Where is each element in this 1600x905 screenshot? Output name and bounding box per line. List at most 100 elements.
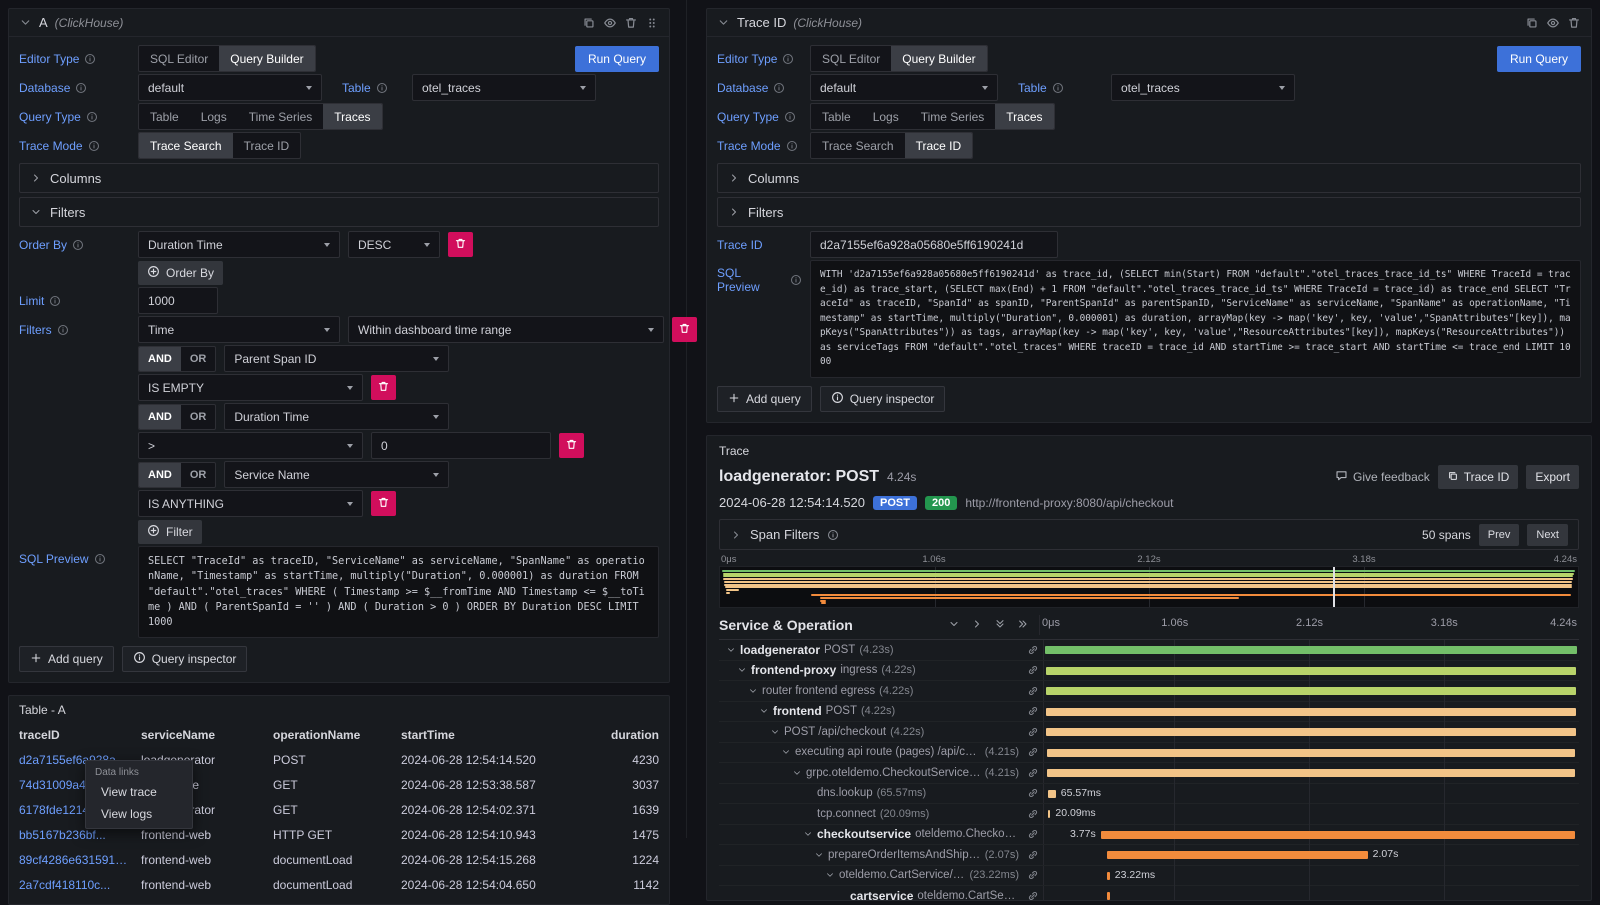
collapse-children-icon[interactable] bbox=[758, 706, 769, 716]
add-query-button[interactable]: Add query bbox=[19, 646, 114, 672]
query-type-traces[interactable]: Traces bbox=[323, 104, 381, 129]
and-option[interactable]: AND bbox=[139, 347, 181, 371]
info-icon[interactable] bbox=[86, 111, 98, 123]
span-bar[interactable] bbox=[1107, 892, 1110, 900]
info-icon[interactable] bbox=[784, 111, 796, 123]
span-bar[interactable] bbox=[1046, 728, 1575, 736]
view-trace-menu-item[interactable]: View trace bbox=[86, 781, 192, 803]
info-icon[interactable] bbox=[57, 324, 69, 336]
info-icon[interactable] bbox=[88, 140, 100, 152]
next-span-button[interactable]: Next bbox=[1527, 524, 1568, 546]
query-type-time-series[interactable]: Time Series bbox=[238, 104, 324, 129]
pane-divider[interactable] bbox=[686, 0, 687, 838]
table-row[interactable]: 89cf4286e631591b4...frontend-webdocument… bbox=[9, 847, 669, 872]
collapse-children-icon[interactable] bbox=[769, 727, 780, 737]
delete-query-icon[interactable] bbox=[624, 16, 638, 30]
span-link-icon[interactable] bbox=[1023, 664, 1039, 676]
span-bar[interactable] bbox=[1046, 708, 1576, 716]
trace-id-input[interactable]: d2a7155ef6a928a05680e5ff6190241d bbox=[810, 231, 1058, 258]
cell-traceID[interactable]: 89cf4286e631591b4... bbox=[19, 853, 141, 867]
table-select[interactable]: otel_traces bbox=[1111, 74, 1295, 101]
info-icon[interactable] bbox=[782, 53, 794, 65]
filter-field-select[interactable]: Service Name bbox=[224, 461, 449, 488]
info-icon[interactable] bbox=[84, 53, 96, 65]
trace-mode-search[interactable]: Trace Search bbox=[811, 133, 905, 158]
collapse-query-icon[interactable] bbox=[19, 16, 32, 29]
duplicate-query-icon[interactable] bbox=[582, 16, 596, 30]
query-type-time-series[interactable]: Time Series bbox=[910, 104, 996, 129]
remove-filter-button[interactable] bbox=[371, 375, 396, 400]
and-option[interactable]: AND bbox=[139, 463, 181, 487]
span-bar[interactable] bbox=[1107, 851, 1368, 859]
query-type-table[interactable]: Table bbox=[811, 104, 862, 129]
export-button[interactable]: Export bbox=[1526, 465, 1579, 489]
info-icon[interactable] bbox=[1052, 82, 1064, 94]
span-link-icon[interactable] bbox=[1023, 685, 1039, 697]
span-row[interactable]: prepareOrderItemsAndShippingQuoteFromCar… bbox=[719, 845, 1579, 866]
span-bar[interactable] bbox=[1045, 646, 1577, 654]
cell-traceID[interactable]: 2a7cdf418110c... bbox=[19, 878, 141, 892]
table-select[interactable]: otel_traces bbox=[412, 74, 596, 101]
span-row[interactable]: checkoutserviceoteldemo.CheckoutService/… bbox=[719, 825, 1579, 846]
or-option[interactable]: OR bbox=[181, 347, 216, 371]
give-feedback-link[interactable]: Give feedback bbox=[1335, 469, 1430, 485]
add-order-by-button[interactable]: Order By bbox=[138, 261, 223, 285]
info-icon[interactable] bbox=[75, 82, 87, 94]
query-builder-option[interactable]: Query Builder bbox=[891, 46, 986, 71]
span-bar[interactable] bbox=[1048, 790, 1056, 798]
trace-mode-id[interactable]: Trace ID bbox=[233, 133, 301, 158]
info-icon[interactable] bbox=[72, 239, 84, 251]
span-link-icon[interactable] bbox=[1023, 705, 1039, 717]
collapse-one-icon[interactable] bbox=[948, 618, 960, 633]
add-filter-button[interactable]: Filter bbox=[138, 520, 202, 544]
disable-query-icon[interactable] bbox=[603, 16, 617, 30]
prev-span-button[interactable]: Prev bbox=[1479, 524, 1520, 546]
column-header-duration[interactable]: duration bbox=[587, 728, 659, 742]
columns-section-toggle[interactable]: Columns bbox=[717, 163, 1581, 193]
remove-filter-button[interactable] bbox=[559, 433, 584, 458]
and-option[interactable]: AND bbox=[139, 405, 181, 429]
database-select[interactable]: default bbox=[138, 74, 322, 101]
columns-section-toggle[interactable]: Columns bbox=[19, 163, 659, 193]
span-link-icon[interactable] bbox=[1023, 644, 1039, 656]
span-link-icon[interactable] bbox=[1023, 787, 1039, 799]
column-header-startTime[interactable]: startTime bbox=[401, 728, 587, 742]
span-row[interactable]: POST /api/checkout(4.22s) bbox=[719, 722, 1579, 743]
span-link-icon[interactable] bbox=[1023, 767, 1039, 779]
span-link-icon[interactable] bbox=[1023, 746, 1039, 758]
collapse-children-icon[interactable] bbox=[780, 747, 791, 757]
expand-one-icon[interactable] bbox=[971, 618, 983, 633]
collapse-children-icon[interactable] bbox=[813, 850, 824, 860]
span-link-icon[interactable] bbox=[1023, 869, 1039, 881]
span-row[interactable]: cartserviceoteldemo.CartService/GetCart bbox=[719, 886, 1579, 901]
table-row[interactable]: 2a7cdf418110c...frontend-webdocumentLoad… bbox=[9, 872, 669, 897]
filters-section-toggle[interactable]: Filters bbox=[19, 197, 659, 227]
span-row[interactable]: router frontend egress(4.22s) bbox=[719, 681, 1579, 702]
query-type-logs[interactable]: Logs bbox=[190, 104, 238, 129]
span-bar[interactable] bbox=[1046, 687, 1576, 695]
filters-section-toggle[interactable]: Filters bbox=[717, 197, 1581, 227]
cell-traceID[interactable]: bb5167b236bf... bbox=[19, 828, 141, 842]
span-bar[interactable] bbox=[1047, 769, 1575, 777]
span-bar[interactable] bbox=[1046, 667, 1577, 675]
span-row[interactable]: dns.lookup(65.57ms)65.57ms bbox=[719, 784, 1579, 805]
span-link-icon[interactable] bbox=[1023, 808, 1039, 820]
drag-handle-icon[interactable] bbox=[645, 16, 659, 30]
filter-time-field-select[interactable]: Time bbox=[138, 316, 340, 343]
trace-mode-search[interactable]: Trace Search bbox=[139, 133, 233, 158]
query-type-traces[interactable]: Traces bbox=[995, 104, 1053, 129]
span-bar[interactable] bbox=[1047, 749, 1576, 757]
remove-filter-button[interactable] bbox=[371, 491, 396, 516]
database-select[interactable]: default bbox=[810, 74, 998, 101]
filter-value-input[interactable]: 0 bbox=[371, 432, 551, 459]
sql-editor-option[interactable]: SQL Editor bbox=[139, 46, 219, 71]
trace-minimap[interactable] bbox=[719, 566, 1579, 608]
collapse-children-icon[interactable] bbox=[725, 645, 736, 655]
filter-operator-select[interactable]: IS ANYTHING bbox=[138, 490, 363, 517]
or-option[interactable]: OR bbox=[181, 405, 216, 429]
span-bar[interactable] bbox=[1048, 810, 1051, 818]
query-inspector-button[interactable]: Query inspector bbox=[122, 646, 248, 672]
column-header-serviceName[interactable]: serviceName bbox=[141, 728, 273, 742]
span-bar[interactable] bbox=[1107, 872, 1110, 880]
query-type-table[interactable]: Table bbox=[139, 104, 190, 129]
